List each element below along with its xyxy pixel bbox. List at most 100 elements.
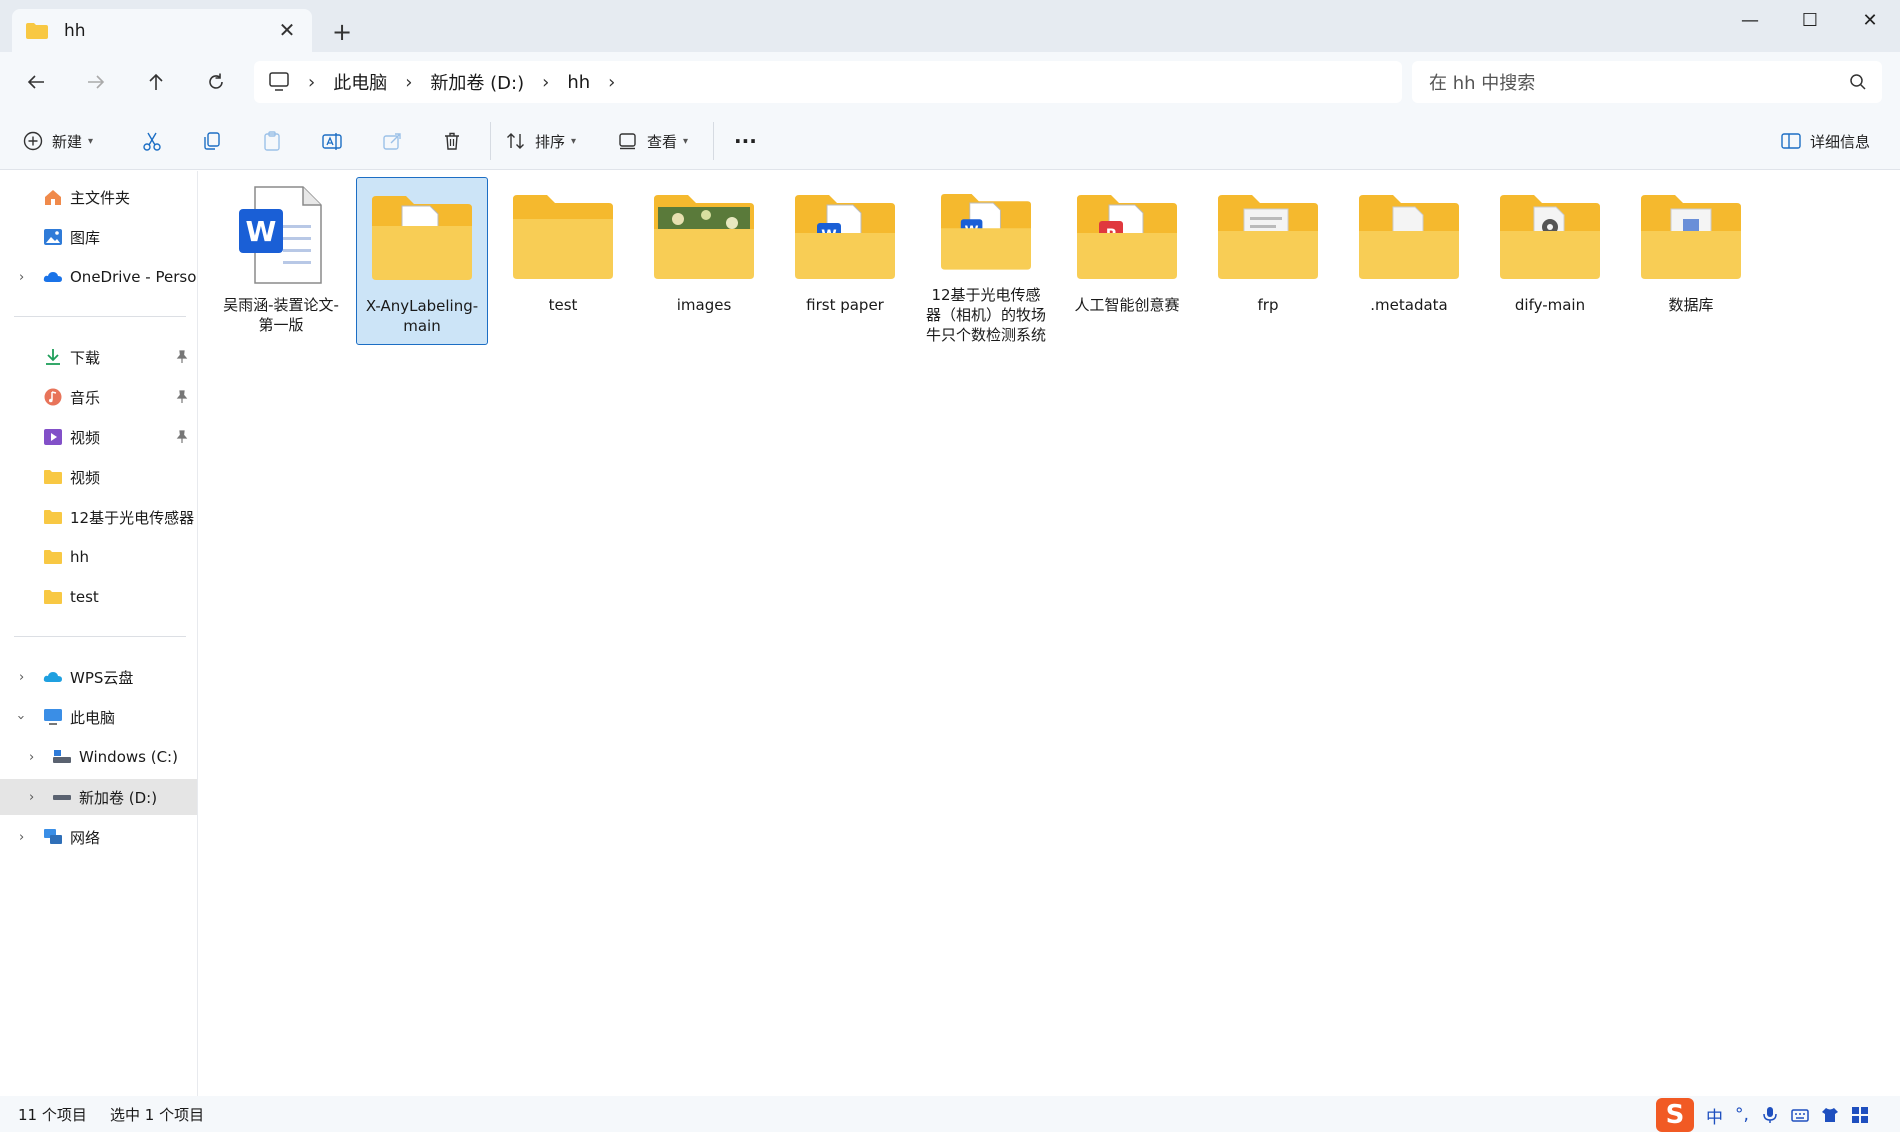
chevron-right-icon[interactable]: › xyxy=(19,670,24,685)
folder-item[interactable]: W 12基于光电传感器（相机）的牧场牛只个数检测系统 xyxy=(920,177,1052,345)
sidebar-item-folder[interactable]: 视频 xyxy=(0,459,197,495)
sidebar-item-folder[interactable]: hh xyxy=(0,539,197,575)
new-button[interactable]: 新建 ▾ xyxy=(22,124,93,158)
chevron-down-icon[interactable]: › xyxy=(13,714,28,719)
pdf-folder-icon: P xyxy=(1077,195,1177,279)
more-icon: ··· xyxy=(734,129,757,153)
breadcrumb-item[interactable]: 新加卷 (D:) xyxy=(430,69,524,95)
pc-icon xyxy=(44,709,62,725)
chevron-right-icon[interactable]: › xyxy=(19,270,24,285)
ime-logo[interactable]: S xyxy=(1656,1098,1694,1132)
folder-item[interactable]: W first paper xyxy=(779,177,911,345)
sidebar-item-this-pc[interactable]: › 此电脑 xyxy=(0,699,197,735)
sidebar-item-home[interactable]: 主文件夹 xyxy=(0,179,197,215)
folder-item[interactable]: P 人工智能创意赛 xyxy=(1061,177,1193,345)
share-icon xyxy=(383,133,401,150)
ime-toolbar[interactable]: S 中 °, xyxy=(1656,1098,1875,1132)
folder-icon xyxy=(44,590,62,604)
pin-icon[interactable] xyxy=(175,430,189,444)
sidebar-item-label: 视频 xyxy=(70,468,101,487)
more-options-button[interactable]: ··· xyxy=(734,124,757,158)
sidebar-item-gallery[interactable]: 图库 xyxy=(0,219,197,255)
ime-mode[interactable]: 中 xyxy=(1706,1103,1723,1128)
sidebar-item-folder[interactable]: 12基于光电传感器 xyxy=(0,499,197,535)
grid-menu-icon[interactable] xyxy=(1851,1106,1869,1124)
view-button[interactable]: 查看 ▾ xyxy=(617,124,688,158)
database-folder-icon xyxy=(1641,195,1741,279)
folder-item[interactable]: .metadata xyxy=(1343,177,1475,345)
folder-item[interactable]: frp xyxy=(1202,177,1334,345)
rename-button[interactable] xyxy=(321,124,343,158)
folder-icon xyxy=(1359,195,1459,279)
details-label: 详细信息 xyxy=(1810,132,1871,151)
sidebar-item-label: test xyxy=(70,588,99,606)
sidebar-item-drive-c[interactable]: › Windows (C:) xyxy=(0,739,197,775)
folder-item[interactable]: images xyxy=(638,177,770,345)
folder-item[interactable]: dify-main xyxy=(1484,177,1616,345)
ime-punctuation[interactable]: °, xyxy=(1735,1105,1749,1125)
close-window-button[interactable]: ✕ xyxy=(1840,6,1900,36)
scissors-icon xyxy=(143,132,161,151)
file-name: 吴雨涵-装置论文-第一版 xyxy=(223,296,339,334)
status-bar: 11 个项目 选中 1 个项目 S 中 °, xyxy=(0,1096,1900,1132)
breadcrumb-item[interactable]: 此电脑 xyxy=(333,69,387,95)
sidebar-item-drive-d[interactable]: › 新加卷 (D:) xyxy=(0,779,197,815)
details-button[interactable]: 详细信息 xyxy=(1780,124,1870,158)
microphone-icon[interactable] xyxy=(1761,1106,1779,1124)
refresh-button[interactable] xyxy=(196,64,236,100)
sidebar-item-downloads[interactable]: 下载 xyxy=(0,339,197,375)
forward-button[interactable] xyxy=(76,64,116,100)
sidebar-item-folder[interactable]: test xyxy=(0,579,197,615)
share-button[interactable] xyxy=(381,124,403,158)
folder-item[interactable]: 数据库 xyxy=(1625,177,1757,345)
back-button[interactable] xyxy=(16,64,56,100)
file-item[interactable]: W 吴雨涵-装置论文-第一版 xyxy=(215,177,347,345)
wps-cloud-icon xyxy=(43,672,62,682)
chevron-right-icon[interactable]: › xyxy=(29,750,34,765)
network-icon xyxy=(44,829,62,844)
chevron-right-icon[interactable]: › xyxy=(608,72,615,93)
folder-item[interactable]: X-AnyLabeling-main xyxy=(356,177,488,345)
sidebar-item-wps-cloud[interactable]: › WPS云盘 xyxy=(0,659,197,695)
tab-hh[interactable]: hh ✕ xyxy=(12,9,312,52)
up-button[interactable] xyxy=(136,64,176,100)
search-icon xyxy=(1850,74,1866,90)
sidebar-item-music[interactable]: 音乐 xyxy=(0,379,197,415)
chevron-right-icon: › xyxy=(405,71,413,93)
navigation-pane: 主文件夹 图库 › OneDrive - Persona 下载 音乐 视频 视频… xyxy=(0,171,198,1096)
pin-icon[interactable] xyxy=(175,390,189,404)
maximize-button[interactable]: ☐ xyxy=(1780,6,1840,36)
minimize-button[interactable]: — xyxy=(1720,6,1780,36)
sidebar-item-onedrive[interactable]: › OneDrive - Persona xyxy=(0,259,197,295)
copy-icon xyxy=(204,132,220,150)
chevron-right-icon[interactable]: › xyxy=(29,790,34,805)
gallery-icon xyxy=(44,229,62,245)
keyboard-icon[interactable] xyxy=(1791,1106,1809,1124)
breadcrumb-item[interactable]: hh xyxy=(567,72,590,93)
pc-icon xyxy=(269,72,289,91)
pin-icon[interactable] xyxy=(175,350,189,364)
music-icon xyxy=(44,388,62,406)
tab-strip: hh ✕ + — ☐ ✕ xyxy=(0,0,1900,52)
file-name: dify-main xyxy=(1514,296,1586,314)
paste-button[interactable] xyxy=(261,124,283,158)
new-tab-button[interactable]: + xyxy=(328,18,356,46)
search-input[interactable]: 在 hh 中搜索 xyxy=(1412,61,1882,103)
folder-item[interactable]: test xyxy=(497,177,629,345)
delete-button[interactable] xyxy=(441,124,463,158)
skin-icon[interactable] xyxy=(1821,1106,1839,1124)
sidebar-item-videos[interactable]: 视频 xyxy=(0,419,197,455)
image-folder-icon xyxy=(654,195,754,279)
address-bar[interactable]: › 此电脑 › 新加卷 (D:) › hh › xyxy=(254,61,1402,103)
sidebar-item-network[interactable]: › 网络 xyxy=(0,819,197,855)
drive-icon xyxy=(53,795,71,800)
tab-close-icon[interactable]: ✕ xyxy=(276,19,298,41)
cut-button[interactable] xyxy=(141,124,163,158)
sort-button[interactable]: 排序 ▾ xyxy=(505,124,576,158)
chevron-down-icon: ▾ xyxy=(88,135,94,147)
sidebar-item-label: 下载 xyxy=(70,348,101,367)
chevron-right-icon[interactable]: › xyxy=(19,830,24,845)
tab-title: hh xyxy=(64,20,86,41)
copy-button[interactable] xyxy=(201,124,223,158)
word-document-icon: W xyxy=(239,186,322,284)
